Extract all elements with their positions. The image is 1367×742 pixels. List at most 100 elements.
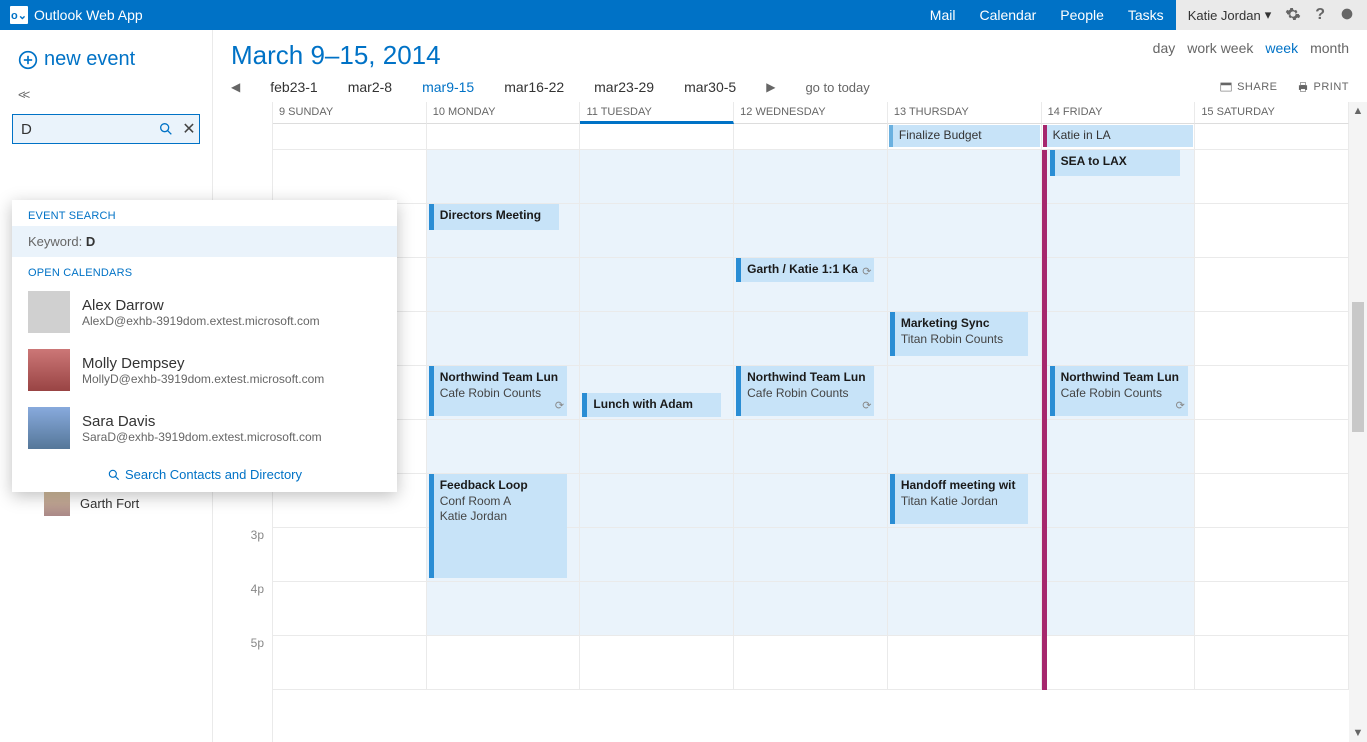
search-dropdown: EVENT SEARCH Keyword: D OPEN CALENDARS A… (12, 200, 397, 492)
day-header[interactable]: 15 SATURDAY (1195, 102, 1349, 124)
all-day-cell[interactable] (734, 124, 888, 149)
day-header[interactable]: 10 MONDAY (427, 102, 581, 124)
all-day-cell[interactable] (427, 124, 581, 149)
sidebar: new event << ✕ OTHER CALENDARS Alex Darr… (0, 30, 213, 742)
time-label: 4p (213, 582, 272, 636)
scroll-thumb[interactable] (1352, 302, 1364, 432)
dropdown-keyword-row[interactable]: Keyword: D (12, 226, 397, 257)
user-menu[interactable]: Katie Jordan ▾ (1188, 7, 1272, 23)
dropdown-person-email: AlexD@exhb-3919dom.extest.microsoft.com (82, 314, 320, 328)
recurrence-icon: ⟳ (862, 265, 871, 279)
user-name: Katie Jordan (1188, 8, 1261, 23)
day-header[interactable]: 11 TUESDAY (580, 102, 734, 124)
view-day[interactable]: day (1153, 40, 1176, 56)
event-northwind-lunch-wed[interactable]: Northwind Team Lun Cafe Robin Counts ⟳ (736, 366, 874, 416)
event-northwind-lunch-fri[interactable]: Northwind Team Lun Cafe Robin Counts ⟳ (1050, 366, 1188, 416)
search-icon[interactable] (154, 114, 178, 144)
view-work-week[interactable]: work week (1187, 40, 1253, 56)
nav-calendar[interactable]: Calendar (967, 0, 1048, 30)
dropdown-person-email: MollyD@exhb-3919dom.extest.microsoft.com (82, 372, 324, 386)
all-day-row: Finalize Budget Katie in LA (273, 124, 1349, 150)
new-event-button[interactable]: new event (0, 42, 212, 83)
outlook-icon: o⌄ (10, 6, 28, 24)
vertical-scrollbar[interactable]: ▲ ▼ (1349, 102, 1367, 742)
event-sea-to-lax[interactable]: SEA to LAX (1050, 150, 1181, 176)
day-header[interactable]: 13 THURSDAY (888, 102, 1042, 124)
avatar (28, 349, 70, 391)
dropdown-keyword-value: D (86, 234, 95, 249)
weeknav-item[interactable]: mar16-22 (504, 79, 564, 95)
top-bar: o⌄ Outlook Web App Mail Calendar People … (0, 0, 1367, 30)
view-month[interactable]: month (1310, 40, 1349, 56)
share-label: SHARE (1237, 81, 1277, 93)
gear-icon[interactable] (1285, 6, 1301, 25)
weeknav-item[interactable]: feb23-1 (270, 79, 317, 95)
chevron-down-icon: ▾ (1265, 7, 1272, 23)
new-event-label: new event (44, 48, 135, 71)
print-icon (1296, 80, 1310, 94)
app-name: Outlook Web App (34, 7, 143, 23)
all-day-cell[interactable] (580, 124, 734, 149)
dropdown-section-event-search: EVENT SEARCH (12, 200, 397, 226)
clear-search-button[interactable]: ✕ (178, 114, 200, 144)
all-day-cell[interactable] (273, 124, 427, 149)
recurrence-icon: ⟳ (1176, 399, 1185, 413)
search-icon (107, 468, 121, 482)
weeknav-item[interactable]: mar23-29 (594, 79, 654, 95)
nav-people[interactable]: People (1048, 0, 1116, 30)
dropdown-person-molly-dempsey[interactable]: Molly Dempsey MollyD@exhb-3919dom.extest… (12, 341, 397, 399)
presence-icon[interactable] (1339, 6, 1355, 25)
dropdown-search-directory-link[interactable]: Search Contacts and Directory (12, 457, 397, 492)
day-header[interactable]: 9 SUNDAY (273, 102, 427, 124)
share-icon (1219, 80, 1233, 94)
allday-event-finalize-budget[interactable]: Finalize Budget (889, 125, 1040, 147)
event-northwind-lunch-mon[interactable]: Northwind Team Lun Cafe Robin Counts ⟳ (429, 366, 567, 416)
weeknav-item[interactable]: mar30-5 (684, 79, 736, 95)
event-feedback-loop[interactable]: Feedback Loop Conf Room A Katie Jordan (429, 474, 567, 578)
sidebar-calendar-label: Garth Fort (80, 496, 139, 511)
avatar (28, 407, 70, 449)
event-handoff-meeting[interactable]: Handoff meeting wit Titan Katie Jordan (890, 474, 1028, 524)
weeknav-item[interactable]: mar2-8 (348, 79, 392, 95)
help-icon[interactable]: ? (1315, 6, 1325, 24)
time-label: 5p (213, 636, 272, 690)
weeknav-item[interactable]: mar9-15 (422, 79, 474, 95)
dropdown-section-open-calendars: OPEN CALENDARS (12, 257, 397, 283)
top-nav: Mail Calendar People Tasks (918, 0, 1176, 30)
event-directors-meeting[interactable]: Directors Meeting (429, 204, 560, 230)
time-label: 3p (213, 528, 272, 582)
day-header[interactable]: 12 WEDNESDAY (734, 102, 888, 124)
dropdown-person-email: SaraD@exhb-3919dom.extest.microsoft.com (82, 430, 322, 444)
dropdown-person-alex-darrow[interactable]: Alex Darrow AlexD@exhb-3919dom.extest.mi… (12, 283, 397, 341)
print-label: PRINT (1314, 81, 1350, 93)
share-button[interactable]: SHARE (1219, 80, 1277, 94)
calendar-view-switcher: day work week week month (1153, 40, 1349, 56)
nav-tasks[interactable]: Tasks (1116, 0, 1176, 30)
all-day-cell[interactable]: Katie in LA (1042, 124, 1196, 149)
scroll-up-icon[interactable]: ▲ (1349, 102, 1367, 120)
event-garth-katie-one-on-one[interactable]: Garth / Katie 1:1 Ka ⟳ (736, 258, 874, 282)
all-day-cell[interactable]: Finalize Budget (888, 124, 1042, 149)
time-label (213, 150, 272, 204)
weeknav-next[interactable]: ▶ (766, 80, 775, 94)
go-to-today-button[interactable]: go to today (805, 80, 869, 95)
collapse-sidebar-button[interactable]: << (0, 83, 212, 106)
plus-circle-icon (18, 50, 38, 70)
event-lunch-with-adam[interactable]: Lunch with Adam (582, 393, 720, 417)
allday-event-katie-in-la[interactable]: Katie in LA (1043, 125, 1194, 147)
weeknav-prev[interactable]: ◀ (231, 80, 240, 94)
view-week[interactable]: week (1265, 40, 1298, 56)
print-button[interactable]: PRINT (1296, 80, 1350, 94)
dropdown-search-directory-label: Search Contacts and Directory (125, 467, 302, 482)
recurrence-icon: ⟳ (862, 399, 871, 413)
other-calendar-marker (1042, 150, 1047, 690)
day-header[interactable]: 14 FRIDAY (1042, 102, 1196, 124)
calendar-days: 9 SUNDAY 10 MONDAY 11 TUESDAY 12 WEDNESD… (273, 102, 1349, 742)
recurrence-icon: ⟳ (555, 399, 564, 413)
scroll-down-icon[interactable]: ▼ (1349, 724, 1367, 742)
nav-mail[interactable]: Mail (918, 0, 968, 30)
app-logo: o⌄ Outlook Web App (0, 6, 153, 24)
dropdown-person-sara-davis[interactable]: Sara Davis SaraD@exhb-3919dom.extest.mic… (12, 399, 397, 457)
all-day-cell[interactable] (1195, 124, 1349, 149)
event-marketing-sync[interactable]: Marketing Sync Titan Robin Counts (890, 312, 1028, 356)
